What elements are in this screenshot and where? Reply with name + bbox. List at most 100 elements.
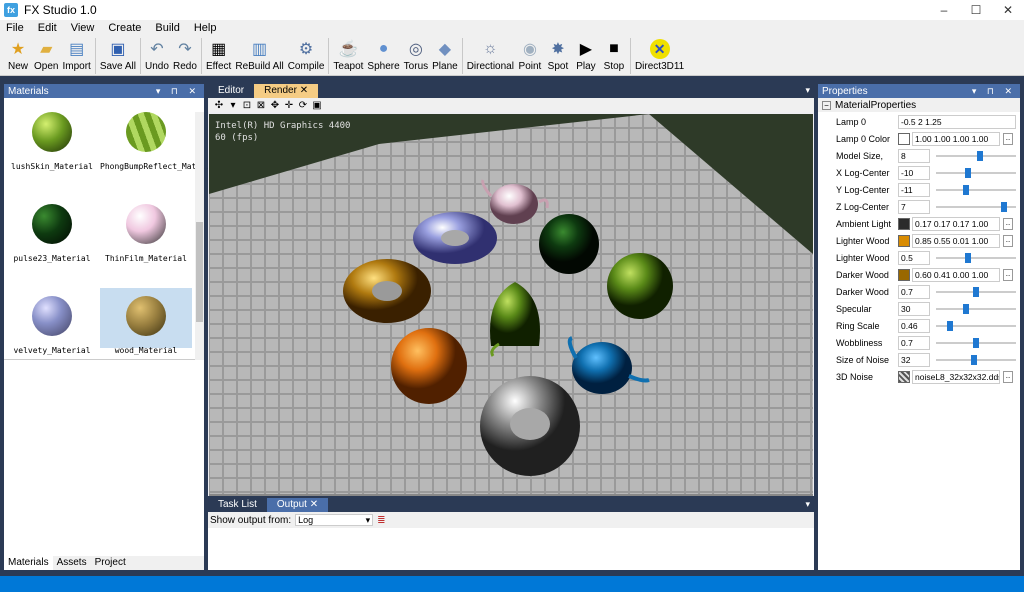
import-button[interactable]: ▤ Import — [62, 36, 90, 72]
teapot-button[interactable]: ☕ Teapot — [333, 36, 363, 72]
slider-knob[interactable] — [965, 253, 971, 263]
slider-knob[interactable] — [963, 185, 970, 195]
maximize-button[interactable]: ☐ — [960, 0, 992, 20]
property-value-input[interactable]: 30 — [898, 302, 930, 316]
torus-button[interactable]: ◎ Torus — [404, 36, 428, 72]
move-icon[interactable]: ✛ — [282, 100, 296, 111]
new-button[interactable]: ★ New — [6, 36, 30, 72]
open-button[interactable]: ▰ Open — [34, 36, 58, 72]
property-slider[interactable] — [936, 149, 1016, 163]
output-source-select[interactable]: Log ▾ — [295, 514, 374, 526]
tab-assets[interactable]: Assets — [53, 556, 91, 570]
property-slider[interactable] — [936, 183, 1016, 197]
direct3d11-button[interactable]: ✕ Direct3D11 — [635, 36, 684, 72]
panel-controls[interactable]: ▾ ⊓ ✕ — [972, 86, 1016, 97]
tab-output[interactable]: Output ✕ — [266, 498, 329, 512]
orbit-icon[interactable]: ⟳ — [296, 100, 310, 111]
property-slider[interactable] — [936, 251, 1016, 265]
color-picker-button[interactable]: .. — [1003, 218, 1013, 230]
property-value-input[interactable]: 0.60 0.41 0.00 1.00 — [912, 268, 1000, 282]
property-value-input[interactable]: 8 — [898, 149, 930, 163]
menu-build[interactable]: Build — [155, 22, 179, 34]
menu-edit[interactable]: Edit — [38, 22, 57, 34]
chevron-down-icon[interactable]: ▾ — [226, 100, 240, 111]
noise-texture-swatch[interactable] — [898, 371, 910, 383]
property-value-input[interactable]: 1.00 1.00 1.00 1.00 — [912, 132, 1000, 146]
spot-button[interactable]: ✸ Spot — [546, 36, 570, 72]
tab-project[interactable]: Project — [91, 556, 130, 570]
tab-materials[interactable]: Materials — [4, 556, 53, 570]
color-swatch[interactable] — [898, 269, 910, 281]
rebuild-all-button[interactable]: ▥ ReBuild All — [235, 36, 283, 72]
property-value-input[interactable]: -10 — [898, 166, 930, 180]
slider-knob[interactable] — [971, 355, 978, 365]
clear-output-icon[interactable]: ≣ — [377, 515, 385, 526]
collapse-icon[interactable]: − — [822, 100, 831, 110]
zoom-icon[interactable]: ⊠ — [254, 100, 268, 111]
chevron-down-icon[interactable]: ▾ — [805, 499, 810, 510]
minimize-button[interactable]: – — [928, 0, 960, 20]
sphere-button[interactable]: ● Sphere — [367, 36, 399, 72]
menu-file[interactable]: File — [6, 22, 24, 34]
property-value-input[interactable]: 0.46 — [898, 319, 930, 333]
close-icon[interactable]: ✕ — [300, 85, 308, 96]
pan-icon[interactable]: ✥ — [268, 100, 282, 111]
property-slider[interactable] — [936, 302, 1016, 316]
slider-knob[interactable] — [973, 287, 979, 297]
property-value-input[interactable]: 0.5 — [898, 251, 930, 265]
property-slider[interactable] — [936, 319, 1016, 333]
point-button[interactable]: ◉ Point — [518, 36, 542, 72]
zoom-extents-icon[interactable]: ⊡ — [240, 100, 254, 111]
render-viewport[interactable]: Intel(R) HD Graphics 4400 60 (fps) — [209, 114, 813, 496]
plane-button[interactable]: ◆ Plane — [432, 36, 458, 72]
close-button[interactable]: ✕ — [992, 0, 1024, 20]
color-picker-button[interactable]: .. — [1003, 133, 1013, 145]
property-value-input[interactable]: noiseL8_32x32x32.dds — [912, 370, 1000, 384]
save-all-button[interactable]: ▣ Save All — [100, 36, 136, 72]
stop-button[interactable]: ■ Stop — [602, 36, 626, 72]
property-value-input[interactable]: 0.17 0.17 0.17 1.00 — [912, 217, 1000, 231]
slider-knob[interactable] — [973, 338, 979, 348]
property-value-input[interactable]: 0.7 — [898, 285, 930, 299]
frame-icon[interactable]: ▣ — [310, 100, 324, 111]
slider-knob[interactable] — [965, 168, 971, 178]
slider-knob[interactable] — [947, 321, 954, 331]
property-slider[interactable] — [936, 353, 1016, 367]
color-swatch[interactable] — [898, 218, 910, 230]
property-value-input[interactable]: 7 — [898, 200, 930, 214]
compile-button[interactable]: ⚙ Compile — [288, 36, 325, 72]
property-slider[interactable] — [936, 336, 1016, 350]
material-item[interactable]: velvety_Material — [6, 296, 98, 355]
file-browse-button[interactable]: .. — [1003, 371, 1013, 383]
property-slider[interactable] — [936, 166, 1016, 180]
directional-button[interactable]: ☼ Directional — [467, 36, 514, 72]
property-value-input[interactable]: 32 — [898, 353, 930, 367]
panel-controls[interactable]: ▾ ⊓ ✕ — [156, 86, 200, 97]
undo-button[interactable]: ↶ Undo — [145, 36, 169, 72]
redo-button[interactable]: ↷ Redo — [173, 36, 197, 72]
tab-editor[interactable]: Editor — [208, 84, 254, 98]
effect-button[interactable]: ▦ Effect — [206, 36, 231, 72]
property-value-input[interactable]: -0.5 2 1.25 — [898, 115, 1016, 129]
material-item[interactable]: PhongBumpReflect_Mat... — [100, 112, 211, 171]
camera-icon[interactable]: ✣ — [212, 100, 226, 111]
color-picker-button[interactable]: .. — [1003, 235, 1013, 247]
menu-help[interactable]: Help — [194, 22, 217, 34]
material-item-selected[interactable]: wood_Material — [100, 288, 192, 355]
materials-scrollbar[interactable] — [195, 112, 204, 360]
chevron-down-icon[interactable]: ▾ — [805, 85, 810, 96]
tab-render[interactable]: Render ✕ — [254, 84, 319, 98]
material-item[interactable]: pulse23_Material — [6, 204, 98, 263]
tab-task-list[interactable]: Task List — [208, 498, 267, 512]
material-item[interactable]: lushSkin_Material — [6, 112, 98, 171]
slider-knob[interactable] — [1001, 202, 1007, 212]
menu-create[interactable]: Create — [108, 22, 141, 34]
color-swatch[interactable] — [898, 235, 910, 247]
close-icon[interactable]: ✕ — [310, 499, 318, 510]
property-value-input[interactable]: 0.7 — [898, 336, 930, 350]
slider-knob[interactable] — [963, 304, 970, 314]
color-picker-button[interactable]: .. — [1003, 269, 1013, 281]
scrollbar-thumb[interactable] — [196, 222, 203, 322]
property-value-input[interactable]: 0.85 0.55 0.01 1.00 — [912, 234, 1000, 248]
play-button[interactable]: ▶ Play — [574, 36, 598, 72]
